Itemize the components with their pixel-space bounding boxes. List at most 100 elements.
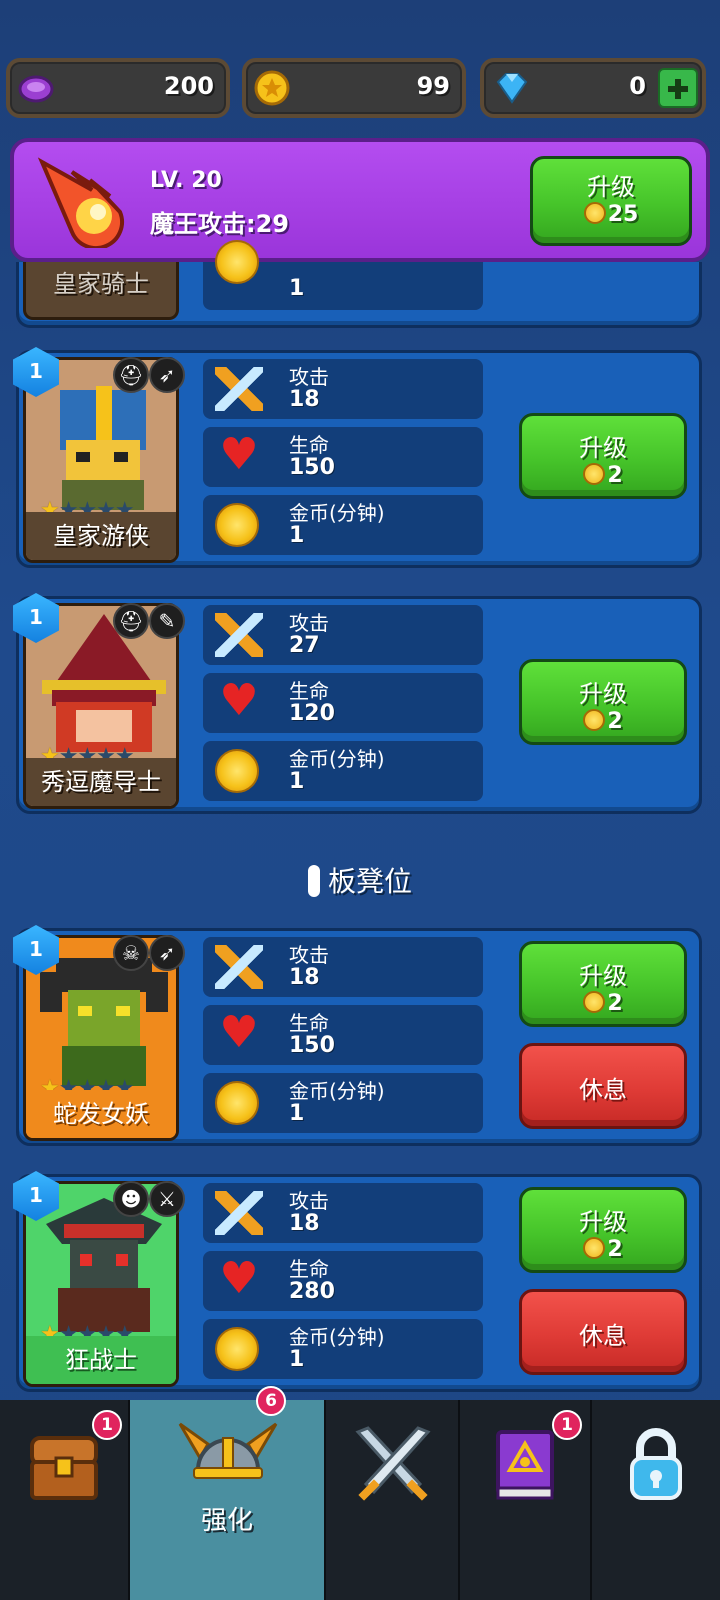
sword-icon: [215, 1191, 263, 1235]
stat-hp-label: 生命: [289, 679, 329, 703]
coin-icon: [215, 240, 259, 284]
upgrade-button[interactable]: 升级 2: [519, 1187, 687, 1273]
stat-hp-label: 生命: [289, 1011, 329, 1035]
bow-icon: ➶: [149, 357, 185, 393]
treasure-chest-icon: [30, 1436, 98, 1500]
stat-gold-label: 金币(分钟): [289, 501, 385, 525]
notification-badge: 1: [92, 1410, 122, 1440]
hero-card[interactable]: ★★★★★ 皇家游侠 1 ⛑ ➶ 攻击 18 ♥ 生命 150 金币(分钟) 1…: [13, 347, 702, 568]
spartan-helmet-icon: ⛑: [113, 603, 149, 639]
coin-icon: [215, 503, 259, 547]
heart-icon: ♥: [219, 1253, 259, 1304]
bench-section-title: 板凳位: [0, 860, 720, 900]
boss-attack: 魔王攻击:29: [150, 210, 289, 238]
stat-hp: ♥ 生命 120: [203, 673, 483, 733]
stat-hp: ♥ 生命 150: [203, 1005, 483, 1065]
stat-attack-label: 攻击: [289, 943, 329, 967]
stat-hp-label: 生命: [289, 433, 329, 457]
hero-name: 秀逗魔导士: [26, 758, 176, 806]
coin-value: 99: [416, 72, 450, 100]
sword-role-icon: ⚔: [149, 1181, 185, 1217]
upgrade-button[interactable]: 升级 2: [519, 413, 687, 499]
nav-tab-locked[interactable]: [592, 1400, 720, 1600]
stat-gold-value: 1: [289, 1101, 305, 1126]
coin-icon: [254, 70, 290, 106]
bench-hero-card[interactable]: ★★★★★ 蛇发女妖 1 ☠ ➶ 攻击 18 ♥ 生命 150 金币(分钟) 1…: [13, 925, 702, 1146]
stat-gold-label: 金币(分钟): [289, 1079, 385, 1103]
hero-name: 皇家骑士: [53, 270, 149, 298]
upgrade-label: 升级: [579, 680, 627, 708]
diamond-counter: 0: [480, 58, 706, 118]
upgrade-cost: 2: [607, 709, 623, 734]
stat-attack-value: 18: [289, 387, 320, 412]
hero-card[interactable]: ★★★★★ 秀逗魔导士 1 ⛑ ✎ 攻击 27 ♥ 生命 120 金币(分钟) …: [13, 593, 702, 814]
sword-icon: [215, 945, 263, 989]
rest-button[interactable]: 休息: [519, 1289, 687, 1375]
purple-gem-icon: [18, 75, 54, 103]
rest-label: 休息: [579, 1322, 627, 1350]
wand-icon: ✎: [149, 603, 185, 639]
coin-icon: [215, 749, 259, 793]
bottom-nav: 1 6 强化 1: [0, 1386, 720, 1600]
spell-book-icon: [496, 1430, 554, 1500]
coin-icon: [215, 1327, 259, 1371]
bench-hero-card[interactable]: ★★★★★ 狂战士 1 ☻ ⚔ 攻击 18 ♥ 生命 280 金币(分钟) 1 …: [13, 1171, 702, 1392]
upgrade-cost: 2: [607, 991, 623, 1016]
upgrade-button[interactable]: 升级 2: [519, 941, 687, 1027]
hero-name-bar: 皇家骑士: [23, 262, 179, 320]
stat-gold-value: 1: [289, 523, 305, 548]
spartan-helmet-icon: ⛑: [113, 357, 149, 393]
hero-card-partial: 皇家骑士 1: [16, 240, 702, 328]
stat-gold-value: 1: [289, 769, 305, 794]
info-icon: [307, 865, 320, 897]
stat-gold-value: 1: [289, 1347, 305, 1372]
rest-label: 休息: [579, 1076, 627, 1104]
lock-icon: [630, 1428, 682, 1500]
stat-attack: 攻击 18: [203, 359, 483, 419]
fire-meteor-icon: [37, 157, 124, 248]
viking-helmet-icon: [178, 1422, 278, 1479]
crossed-swords-icon: [355, 1426, 431, 1501]
upgrade-label: 升级: [579, 434, 627, 462]
notification-badge: 1: [552, 1410, 582, 1440]
diamond-icon: [496, 73, 528, 104]
stat-gold: 金币(分钟) 1: [203, 1319, 483, 1379]
stat-gold: 1: [203, 240, 483, 310]
boss-level: LV. 20: [150, 168, 222, 193]
coin-icon: [583, 463, 606, 485]
stat-attack-value: 18: [289, 1211, 320, 1236]
stat-attack-label: 攻击: [289, 611, 329, 635]
hero-name: 狂战士: [26, 1336, 176, 1384]
nav-tab-enhance[interactable]: 6 强化: [130, 1386, 326, 1600]
upgrade-button[interactable]: 升级 2: [519, 659, 687, 745]
sword-icon: [215, 613, 263, 657]
stat-gold-label: 金币(分钟): [289, 1325, 385, 1349]
skull-icon: ☠: [113, 935, 149, 971]
hero-name: 蛇发女妖: [26, 1090, 176, 1138]
bench-title-text: 板凳位: [327, 865, 412, 898]
purple-gem-counter: 200: [6, 58, 230, 118]
stat-attack: 攻击 18: [203, 937, 483, 997]
stat-gold: 金币(分钟) 1: [203, 1073, 483, 1133]
stat-hp: ♥ 生命 150: [203, 427, 483, 487]
rest-button[interactable]: 休息: [519, 1043, 687, 1129]
nav-tab-treasure[interactable]: 1: [0, 1400, 130, 1600]
stat-attack-label: 攻击: [289, 365, 329, 389]
stat-hp-value: 280: [289, 1279, 335, 1304]
boss-attack-banner: LV. 20 魔王攻击:29 升级 25: [10, 138, 710, 262]
boss-upgrade-button[interactable]: 升级 25: [530, 156, 692, 246]
nav-tab-book[interactable]: 1: [460, 1400, 592, 1600]
stat-hp: ♥ 生命 280: [203, 1251, 483, 1311]
stat-gold-label: 金币(分钟): [289, 747, 385, 771]
stat-hp-label: 生命: [289, 1257, 329, 1281]
sword-icon: [215, 367, 263, 411]
heart-icon: ♥: [219, 675, 259, 726]
coin-icon: [583, 991, 606, 1013]
nav-tab-battle[interactable]: [326, 1400, 460, 1600]
stat-hp-value: 150: [289, 1033, 335, 1058]
orc-head-icon: ☻: [113, 1181, 149, 1217]
stat-attack-label: 攻击: [289, 1189, 329, 1213]
add-diamonds-button[interactable]: [658, 68, 698, 108]
notification-badge: 6: [256, 1386, 286, 1416]
nav-enhance-label: 强化: [200, 1506, 253, 1536]
